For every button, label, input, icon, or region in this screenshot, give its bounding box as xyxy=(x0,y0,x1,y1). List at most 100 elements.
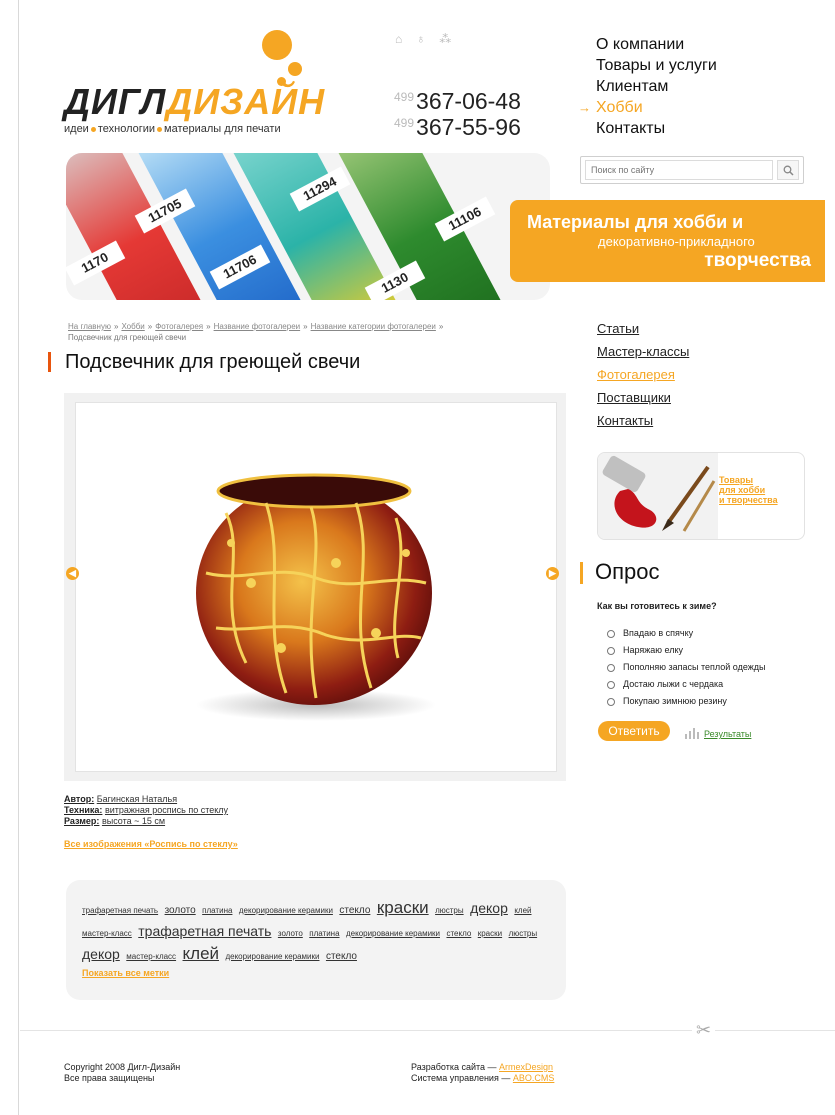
tag-link[interactable]: декор xyxy=(82,946,120,962)
phone-value: 367-55-96 xyxy=(416,114,521,140)
tag-link[interactable]: краски xyxy=(377,898,429,917)
gallery-image-area[interactable] xyxy=(75,402,557,772)
meta-label: Техника: xyxy=(64,805,103,815)
technique-link[interactable]: витражная роспись по стеклу xyxy=(105,805,228,815)
poll-submit-button[interactable]: Ответить xyxy=(598,721,670,741)
tag-link[interactable]: платина xyxy=(202,906,232,915)
top-icons: ⌂♁⁂ xyxy=(395,32,465,46)
tag-link[interactable]: золото xyxy=(278,929,303,938)
scissors-icon: ✂ xyxy=(692,1020,716,1041)
top-nav-item-hobby[interactable]: → Хобби xyxy=(578,97,717,118)
poll-marker xyxy=(580,562,583,584)
side-promo-banner[interactable]: Товары для хобби и творчества xyxy=(597,452,805,540)
tag-link[interactable]: декор xyxy=(470,900,508,916)
promo-line: для хобби xyxy=(719,485,766,495)
breadcrumb-link[interactable]: Название категории фотогалереи xyxy=(311,322,436,331)
phone-number: 499367-55-96 xyxy=(394,114,521,141)
side-nav-item-articles[interactable]: Статьи xyxy=(597,317,689,340)
sitemap-icon[interactable]: ⁂ xyxy=(439,32,465,46)
gallery-prev-button[interactable]: ◀ xyxy=(66,567,79,580)
rights-text: Все права защищены xyxy=(64,1073,155,1083)
top-nav-item-company[interactable]: О компании xyxy=(596,34,717,55)
meta-label: Размер: xyxy=(64,816,100,826)
candle-holder-image xyxy=(196,473,436,721)
poll-option[interactable]: Покупаю зимнюю резину xyxy=(607,693,765,710)
promo-line: и творчества xyxy=(719,495,778,505)
credit-label: Разработка сайта — xyxy=(411,1062,497,1072)
breadcrumb-separator: » xyxy=(147,322,153,331)
breadcrumb-separator: » xyxy=(438,322,444,331)
poll-question: Как вы готовитесь к зиме? xyxy=(597,601,717,611)
breadcrumb-current: Подсвечник для греющей свечи xyxy=(68,333,187,342)
radio-button[interactable] xyxy=(607,680,615,689)
tag-link[interactable]: клей xyxy=(514,906,531,915)
side-nav-item-suppliers[interactable]: Поставщики xyxy=(597,386,689,409)
all-images-link[interactable]: Все изображения «Роспись по стеклу» xyxy=(64,839,238,849)
bullet-dot xyxy=(157,126,163,132)
cms-link[interactable]: ABO.CMS xyxy=(513,1073,555,1083)
logo[interactable]: ДИГЛДИЗАЙН xyxy=(64,82,325,122)
poll-option[interactable]: Достаю лыжи с чердака xyxy=(607,676,765,693)
logo-tagline: идеи технологии материалы для печати xyxy=(64,123,281,135)
poll-option-label: Достаю лыжи с чердака xyxy=(623,679,724,689)
tag-link[interactable]: стекло xyxy=(326,951,357,962)
poll-option[interactable]: Пополняю запасы теплой одежды xyxy=(607,659,765,676)
side-nav-item-contacts[interactable]: Контакты xyxy=(597,409,689,432)
tag-link[interactable]: стекло xyxy=(339,905,370,916)
tag-link[interactable]: трафаретная печать xyxy=(82,906,158,915)
breadcrumb-link[interactable]: Фотогалерея xyxy=(155,322,203,331)
tag-link[interactable]: клей xyxy=(183,944,220,963)
breadcrumb-link[interactable]: На главную xyxy=(68,322,111,331)
tag-link[interactable]: декорирование керамики xyxy=(225,952,319,961)
poll-option-label: Покупаю зимнюю резину xyxy=(623,696,727,706)
breadcrumb-separator: » xyxy=(206,322,211,331)
breadcrumb-link[interactable]: Хобби xyxy=(121,322,144,331)
person-icon[interactable]: ♁ xyxy=(416,32,439,46)
breadcrumb-link[interactable]: Название фотогалереи xyxy=(214,322,301,331)
radio-button[interactable] xyxy=(607,697,615,706)
tag-link[interactable]: золото xyxy=(165,905,196,916)
banner-promo[interactable]: Материалы для хобби и декоративно-прикла… xyxy=(510,200,825,282)
footer-credits: Разработка сайта — ArmexDesign Система у… xyxy=(411,1062,554,1084)
tag-link[interactable]: стекло xyxy=(446,929,471,938)
tag-link[interactable]: мастер-класс xyxy=(82,929,132,938)
search-input[interactable] xyxy=(585,160,773,180)
tag-link[interactable]: люстры xyxy=(435,906,464,915)
show-all-tags-link[interactable]: Показать все метки xyxy=(82,968,169,978)
page-title: Подсвечник для греющей свечи xyxy=(65,351,361,373)
tag-link[interactable]: декорирование керамики xyxy=(239,906,333,915)
side-promo-link[interactable]: Товары для хобби и творчества xyxy=(719,475,778,505)
breadcrumb-separator: » xyxy=(113,322,119,331)
arrow-left-icon: ◀ xyxy=(69,568,76,578)
search-button[interactable] xyxy=(777,160,799,180)
radio-button[interactable] xyxy=(607,646,615,655)
logo-dot xyxy=(288,62,302,76)
top-nav-item-products[interactable]: Товары и услуги xyxy=(596,55,717,76)
tagline-item: материалы для печати xyxy=(164,123,281,135)
top-nav-item-label: Хобби xyxy=(596,99,643,116)
radio-button[interactable] xyxy=(607,663,615,672)
credit-label: Система управления — xyxy=(411,1073,511,1083)
radio-button[interactable] xyxy=(607,629,615,638)
developer-link[interactable]: ArmexDesign xyxy=(499,1062,553,1072)
phone-code: 499 xyxy=(394,90,415,104)
tag-link[interactable]: декорирование керамики xyxy=(346,929,440,938)
side-nav-item-gallery[interactable]: Фотогалерея xyxy=(597,363,689,386)
tag-link[interactable]: краски xyxy=(478,929,502,938)
author-link[interactable]: Багинская Наталья xyxy=(97,794,177,804)
top-nav: О компании Товары и услуги Клиентам → Хоб… xyxy=(578,34,717,139)
poll-option[interactable]: Наряжаю елку xyxy=(607,642,765,659)
copyright-text: Copyright 2008 Дигл-Дизайн xyxy=(64,1062,181,1072)
top-nav-item-clients[interactable]: Клиентам xyxy=(596,76,717,97)
gallery-next-button[interactable]: ▶ xyxy=(546,567,559,580)
side-nav-item-masterclasses[interactable]: Мастер-классы xyxy=(597,340,689,363)
home-icon[interactable]: ⌂ xyxy=(395,32,416,46)
poll-option[interactable]: Впадаю в спячку xyxy=(607,625,765,642)
poll-results-link[interactable]: Результаты xyxy=(704,729,751,739)
tag-link[interactable]: люстры xyxy=(509,929,538,938)
tag-link[interactable]: мастер-класс xyxy=(126,952,176,961)
footer-copyright: Copyright 2008 Дигл-Дизайн Все права защ… xyxy=(64,1062,180,1084)
tag-link[interactable]: платина xyxy=(309,929,339,938)
tag-link[interactable]: трафаретная печать xyxy=(138,923,271,939)
top-nav-item-contacts[interactable]: Контакты xyxy=(596,118,717,139)
